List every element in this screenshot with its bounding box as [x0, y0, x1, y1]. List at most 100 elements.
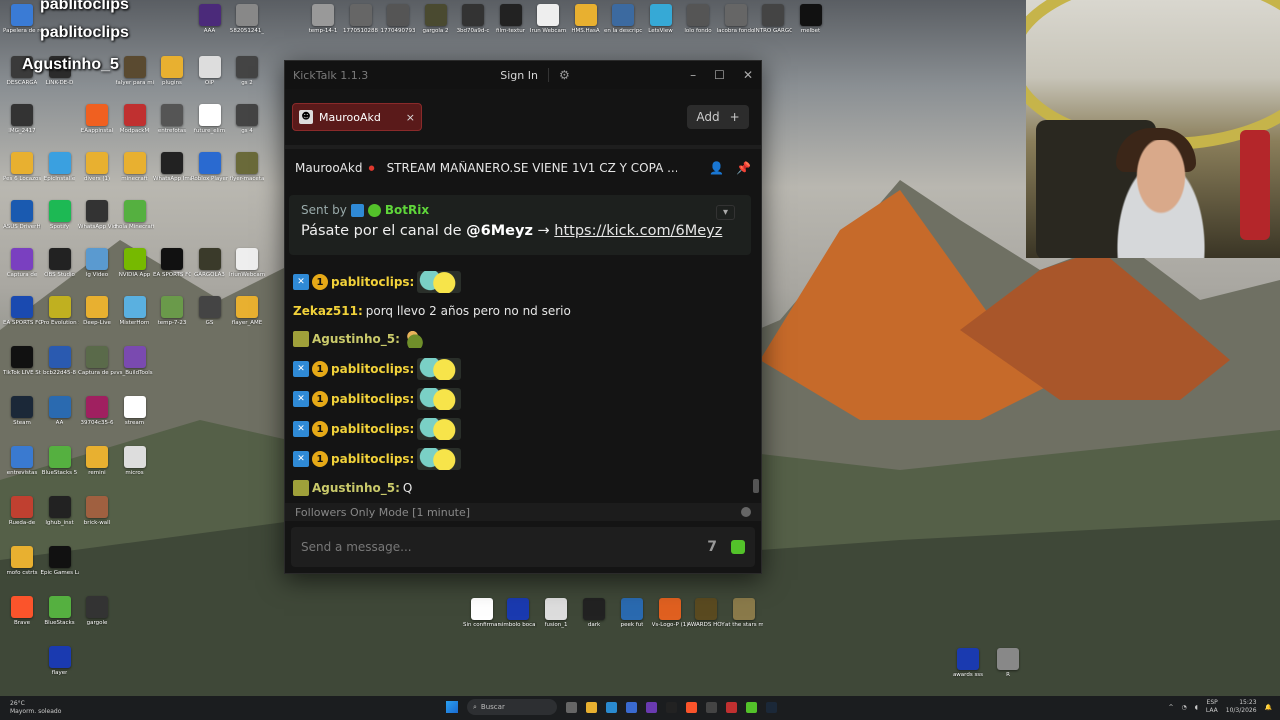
desktop-icon[interactable]: remini	[79, 446, 115, 476]
channel-name[interactable]: MaurooAkd	[295, 161, 362, 175]
desktop-icon[interactable]: Deep-Live	[79, 296, 115, 326]
app-icon[interactable]	[726, 701, 737, 713]
desktop-icon[interactable]: brick-wall	[79, 496, 115, 526]
maximize-icon[interactable]: ☐	[714, 68, 725, 82]
desktop-icon[interactable]: temp-7-23	[154, 296, 190, 326]
desktop-icon[interactable]: ASUS DriverHub	[3, 200, 41, 230]
desktop-icon[interactable]: Ighub_inst	[42, 496, 78, 526]
desktop-icon[interactable]: melbet	[793, 4, 829, 34]
chat-username[interactable]: Agustinho_5:	[312, 481, 400, 495]
desktop-icon[interactable]: divers (1)	[79, 152, 115, 182]
info-icon[interactable]	[741, 507, 751, 517]
pinned-link[interactable]: https://kick.com/6Meyz	[554, 223, 722, 239]
desktop-icon[interactable]: WhatsApp Image 2025	[153, 152, 191, 182]
desktop-icon[interactable]: gs 4	[229, 104, 265, 134]
desktop-icon[interactable]: Captura de pantalla	[78, 346, 116, 376]
desktop-icon[interactable]: EA SPORTS FC 26	[153, 248, 191, 278]
desktop-icon[interactable]: Rueda-de	[4, 496, 40, 526]
desktop-icon[interactable]: falyer para miguel	[116, 56, 154, 86]
desktop-icon[interactable]: Pes 6 Locazos	[3, 152, 41, 182]
chat-username[interactable]: pablitoclips:	[331, 362, 414, 376]
desktop-icon[interactable]: NVIDIA App	[117, 248, 153, 278]
desktop-icon[interactable]: IMG_2417	[4, 104, 40, 134]
desktop-icon[interactable]: Pro Evolution Soccer 6	[41, 296, 79, 326]
windows-start-icon[interactable]	[446, 701, 458, 713]
desktop-icon[interactable]: R	[990, 648, 1026, 678]
chat-username[interactable]: pablitoclips:	[331, 275, 414, 289]
desktop-icon[interactable]: 3bd70a9d-c	[455, 4, 491, 34]
desktop-icon[interactable]: AWARDS HOY	[687, 598, 725, 628]
clock[interactable]: 15:23 10/3/2026	[1226, 699, 1257, 715]
desktop-icon[interactable]: GARGOLA3	[192, 248, 228, 278]
desktop-icon[interactable]: Sin confirmar 462937.crd	[463, 598, 501, 628]
desktop-icon[interactable]: micros	[117, 446, 153, 476]
lang-indicator[interactable]: ESP LAA	[1206, 699, 1218, 715]
desktop-icon[interactable]: plugins	[154, 56, 190, 86]
pin-icon[interactable]: 📌	[736, 161, 751, 175]
tab-channel[interactable]: ☻ MaurooAkd ×	[292, 103, 422, 131]
desktop-icon[interactable]: fusion_1	[538, 598, 574, 628]
brave-icon[interactable]	[686, 701, 697, 713]
chat-username[interactable]: pablitoclips:	[331, 422, 414, 436]
steam-icon[interactable]	[766, 701, 777, 713]
bot-name[interactable]: BotRix	[385, 203, 429, 217]
kicktalk-icon[interactable]	[746, 701, 757, 713]
desktop-icon[interactable]: future_elim	[192, 104, 228, 134]
desktop-icon[interactable]: EAappinstal	[79, 104, 115, 134]
desktop-icon[interactable]: peek fut	[614, 598, 650, 628]
desktop-icon[interactable]: ModpackM	[117, 104, 153, 134]
desktop-icon[interactable]: LetsView	[643, 4, 679, 34]
desktop-icon[interactable]: Epic Games Launcher	[41, 546, 79, 576]
desktop-icon[interactable]: 1770510288	[343, 4, 379, 34]
premiere-icon[interactable]	[646, 701, 657, 713]
desktop-icon[interactable]: gargola 2	[418, 4, 454, 34]
minimize-icon[interactable]: –	[690, 68, 696, 82]
scrollbar[interactable]	[753, 479, 759, 493]
desktop-icon[interactable]: EA SPORTS FC 26	[3, 296, 41, 326]
desktop-icon[interactable]: OBS Studio	[42, 248, 78, 278]
chat-username[interactable]: Agustinho_5:	[312, 332, 400, 346]
desktop-icon[interactable]: BlueStacks 5	[42, 446, 78, 476]
desktop-icon[interactable]: awards sss	[950, 648, 986, 678]
desktop-icon[interactable]: at the stars mate akd	[725, 598, 763, 628]
desktop-icon[interactable]: Brave	[4, 596, 40, 626]
desktop-icon[interactable]: mofo cstrts	[4, 546, 40, 576]
desktop-icon[interactable]: MisterHorn	[117, 296, 153, 326]
emoji-picker-icon[interactable]	[731, 540, 745, 554]
desktop-icon[interactable]: 39704c35-6	[79, 396, 115, 426]
desktop-icon[interactable]: OIP	[192, 56, 228, 86]
seventv-emote-icon[interactable]: 7	[707, 539, 717, 555]
desktop-icon[interactable]: gargole	[79, 596, 115, 626]
desktop-icon[interactable]: lolo fondo	[680, 4, 716, 34]
chat-list[interactable]: ✕ 1 pablitoclips: Zekaz511: porq llevo 2 añ…	[293, 267, 747, 496]
desktop-icon[interactable]: GS	[192, 296, 228, 326]
desktop-icon[interactable]: flayer_AME	[229, 296, 265, 326]
gear-icon[interactable]: ⚙	[559, 68, 570, 82]
desktop-icon[interactable]: Vs-Logo-P (1)	[652, 598, 688, 628]
desktop-icon[interactable]: film-textur	[493, 4, 529, 34]
wifi-icon[interactable]: ◔	[1181, 704, 1186, 711]
desktop-icon[interactable]: temp-14-1	[305, 4, 341, 34]
pinned-mention[interactable]: @6Meyz	[466, 223, 533, 239]
desktop-icon[interactable]: 1770490793	[380, 4, 416, 34]
close-icon[interactable]: ✕	[743, 68, 753, 82]
desktop-icon[interactable]: AA	[42, 396, 78, 426]
desktop-icon[interactable]: TikTok LIVE Studio	[3, 346, 41, 376]
desktop-icon[interactable]: hola Minecraft	[116, 200, 154, 230]
desktop-icon[interactable]: Papelera de reciclaje	[3, 4, 41, 34]
desktop-icon[interactable]: entrefotas	[154, 104, 190, 134]
desktop-icon[interactable]: WhatsApp Video 2025	[78, 200, 116, 230]
add-channel-button[interactable]: Add +	[687, 105, 749, 129]
app-icon[interactable]	[666, 701, 677, 713]
desktop-icon[interactable]: stream	[117, 396, 153, 426]
chat-username[interactable]: pablitoclips:	[331, 452, 414, 466]
chat-username[interactable]: pablitoclips:	[331, 392, 414, 406]
desktop-icon[interactable]: entrevistas	[4, 446, 40, 476]
notification-icon[interactable]: 🔔	[1265, 704, 1272, 711]
weather-widget[interactable]: 26°C Mayorm. soleado	[10, 700, 61, 716]
desktop-icon[interactable]: IriunWebcam	[229, 248, 265, 278]
desktop-icon[interactable]: minecraft	[117, 152, 153, 182]
desktop-icon[interactable]: Steam	[4, 396, 40, 426]
desktop-icon[interactable]: flyer-maceta	[229, 152, 265, 182]
desktop-icon[interactable]: gs 2	[229, 56, 265, 86]
